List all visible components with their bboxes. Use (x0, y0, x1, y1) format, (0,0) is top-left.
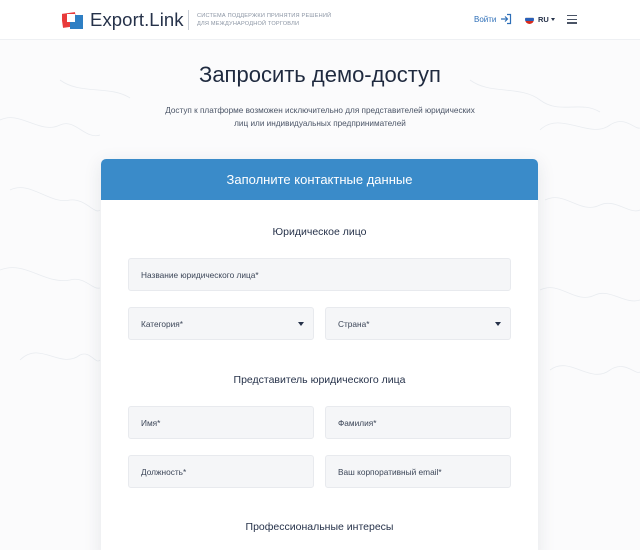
hamburger-menu-icon[interactable] (567, 15, 577, 24)
form-header: Заполните контактные данные (101, 159, 538, 200)
export-link-logo-icon[interactable] (62, 9, 84, 31)
first-name-placeholder: Имя* (141, 418, 161, 428)
email-field[interactable]: Ваш корпоративный email* (325, 455, 511, 488)
country-placeholder: Страна* (338, 319, 370, 329)
country-select[interactable]: Страна* (325, 307, 511, 340)
last-name-placeholder: Фамилия* (338, 418, 377, 428)
email-placeholder: Ваш корпоративный email* (338, 467, 442, 477)
company-name-placeholder: Название юридического лица* (141, 270, 259, 280)
category-placeholder: Категория* (141, 319, 184, 329)
last-name-field[interactable]: Фамилия* (325, 406, 511, 439)
language-selector[interactable]: RU (538, 14, 549, 25)
top-navigation-bar: Export.Link Система поддержки принятия р… (0, 0, 640, 40)
page-title: Запросить демо-доступ (199, 62, 441, 87)
brand-name[interactable]: Export.Link (90, 9, 184, 31)
brand-tagline: Система поддержки принятия решений для м… (197, 13, 332, 27)
section-title-interests: Профессиональные интересы (245, 521, 394, 533)
login-link[interactable]: Войти (474, 14, 496, 25)
demo-request-form: Заполните контактные данные Юридическое … (101, 159, 538, 550)
position-field[interactable]: Должность* (128, 455, 314, 488)
first-name-field[interactable]: Имя* (128, 406, 314, 439)
company-name-field[interactable]: Название юридического лица* (128, 258, 511, 291)
page: Export.Link Система поддержки принятия р… (0, 0, 640, 550)
russia-flag-icon[interactable] (525, 15, 534, 24)
brand-divider (188, 10, 189, 30)
chevron-down-icon (298, 322, 304, 326)
page-subtitle: Доступ к платформе возможен исключительн… (165, 106, 475, 128)
section-title-legal-entity: Юридическое лицо (272, 226, 367, 238)
position-placeholder: Должность* (141, 467, 187, 477)
chevron-down-icon[interactable] (551, 18, 555, 21)
login-arrow-icon[interactable] (500, 13, 512, 25)
category-select[interactable]: Категория* (128, 307, 314, 340)
chevron-down-icon (495, 322, 501, 326)
section-title-representative: Представитель юридического лица (233, 374, 406, 386)
